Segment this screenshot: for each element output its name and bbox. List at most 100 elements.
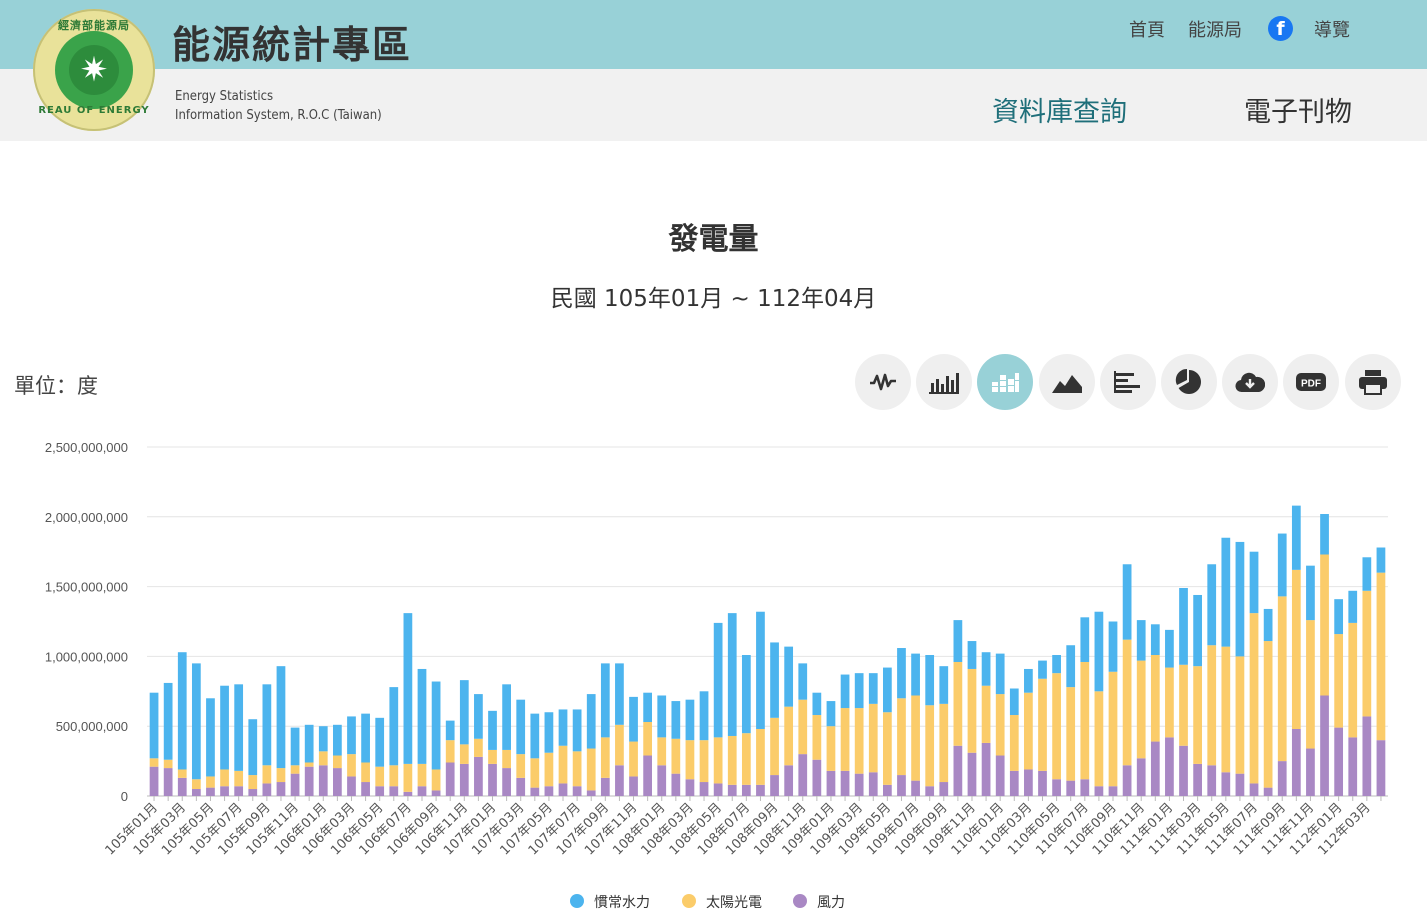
bar-segment — [770, 775, 779, 796]
bar-segment — [812, 692, 822, 716]
bar-segment — [431, 790, 441, 796]
bar-segment — [1306, 565, 1315, 621]
bar-segment — [403, 763, 413, 792]
bar-segment — [220, 786, 229, 796]
bar-segment — [389, 786, 399, 796]
bar-segment — [671, 773, 681, 796]
bar-segment — [1165, 667, 1174, 738]
bar-segment — [417, 668, 427, 764]
bar-segment — [304, 766, 314, 796]
bar-segment — [685, 699, 695, 741]
bar-segment — [741, 784, 751, 796]
bar-segment — [756, 611, 765, 729]
bar-segment — [784, 646, 794, 707]
bar-segment — [1165, 737, 1174, 796]
bar-segment — [276, 768, 286, 783]
bar-segment — [1052, 673, 1061, 780]
bar-segment — [727, 735, 737, 785]
bar-segment — [756, 784, 765, 796]
bar-segment — [375, 786, 385, 796]
bar-segment — [403, 791, 413, 796]
bar-segment — [1207, 564, 1217, 646]
bar-segment — [629, 741, 638, 777]
bar-segment — [1165, 629, 1174, 668]
bar-segment — [191, 789, 201, 796]
bar-segment — [1263, 641, 1273, 788]
bar-segment — [530, 787, 540, 796]
y-tick-label: 500,000,000 — [56, 719, 128, 734]
bar-segment — [1376, 740, 1386, 796]
bar-segment — [981, 742, 991, 796]
bar-segment — [1263, 787, 1273, 796]
bar-segment — [1291, 569, 1301, 729]
bar-segment — [1052, 655, 1061, 674]
bar-segment — [262, 684, 272, 766]
bar-segment — [361, 782, 370, 796]
bar-segment — [1094, 786, 1104, 796]
bar-segment — [1080, 661, 1090, 780]
bar-segment — [939, 703, 949, 783]
bar-segment — [572, 751, 582, 787]
bar-segment — [1080, 617, 1090, 662]
bar-segment — [177, 777, 187, 796]
bar-segment — [1009, 715, 1019, 771]
bar-segment — [248, 789, 258, 796]
bar-segment — [1179, 745, 1188, 796]
bar-segment — [1009, 688, 1019, 716]
bar-segment — [488, 710, 497, 750]
bar-segment — [234, 786, 244, 796]
bar-segment — [1038, 678, 1047, 771]
bar-segment — [826, 726, 836, 771]
bar-segment — [911, 780, 920, 796]
bar-segment — [220, 685, 229, 770]
y-tick-label: 2,500,000,000 — [45, 440, 128, 455]
bar-segment — [333, 755, 342, 769]
bar-segment — [939, 666, 949, 704]
y-tick-label: 1,000,000,000 — [45, 649, 128, 664]
bar-segment — [1136, 758, 1146, 796]
bar-segment — [925, 705, 935, 787]
bar-segment — [502, 684, 511, 750]
bar-segment — [544, 712, 554, 753]
bar-segment — [882, 712, 892, 785]
bar-segment — [1306, 748, 1315, 796]
bar-segment — [502, 749, 511, 769]
bar-segment — [1136, 620, 1146, 661]
bar-segment — [445, 720, 455, 741]
bar-segment — [1376, 572, 1386, 741]
bar-segment — [1221, 646, 1231, 773]
bar-segment — [572, 786, 582, 796]
bar-segment — [600, 663, 610, 738]
bar-segment — [1334, 599, 1344, 635]
bar-segment — [671, 738, 681, 774]
bar-segment — [544, 752, 554, 787]
bar-segment — [1235, 773, 1245, 796]
bar-segment — [995, 694, 1005, 756]
bar-segment — [741, 733, 751, 785]
bar-segment — [1038, 660, 1047, 679]
bar-segment — [1221, 772, 1231, 796]
bar-segment — [727, 613, 737, 736]
bar-segment — [1320, 554, 1329, 696]
bar-segment — [1291, 505, 1301, 570]
bar-segment — [643, 692, 653, 723]
bar-segment — [234, 770, 244, 787]
bar-segment — [1362, 716, 1372, 796]
bar-segment — [1320, 695, 1329, 796]
bar-segment — [1066, 687, 1076, 781]
bar-segment — [516, 754, 526, 778]
stacked-bar-chart: 0 500,000,000 1,000,000,000 1,500,000,000 2,… — [45, 440, 1388, 911]
bar-segment — [206, 776, 215, 788]
bar-segment — [1320, 514, 1329, 555]
bar-segment — [248, 719, 258, 776]
bar-segment — [882, 784, 892, 796]
bar-segment — [375, 766, 385, 787]
bar-segment — [163, 682, 173, 760]
bar-segment — [967, 668, 977, 753]
bar-segment — [629, 696, 638, 742]
bar-segment — [981, 685, 991, 743]
bar-segment — [967, 752, 977, 796]
legend-marker — [682, 894, 696, 908]
bar-segment — [333, 768, 342, 796]
bar-segment — [516, 699, 526, 755]
